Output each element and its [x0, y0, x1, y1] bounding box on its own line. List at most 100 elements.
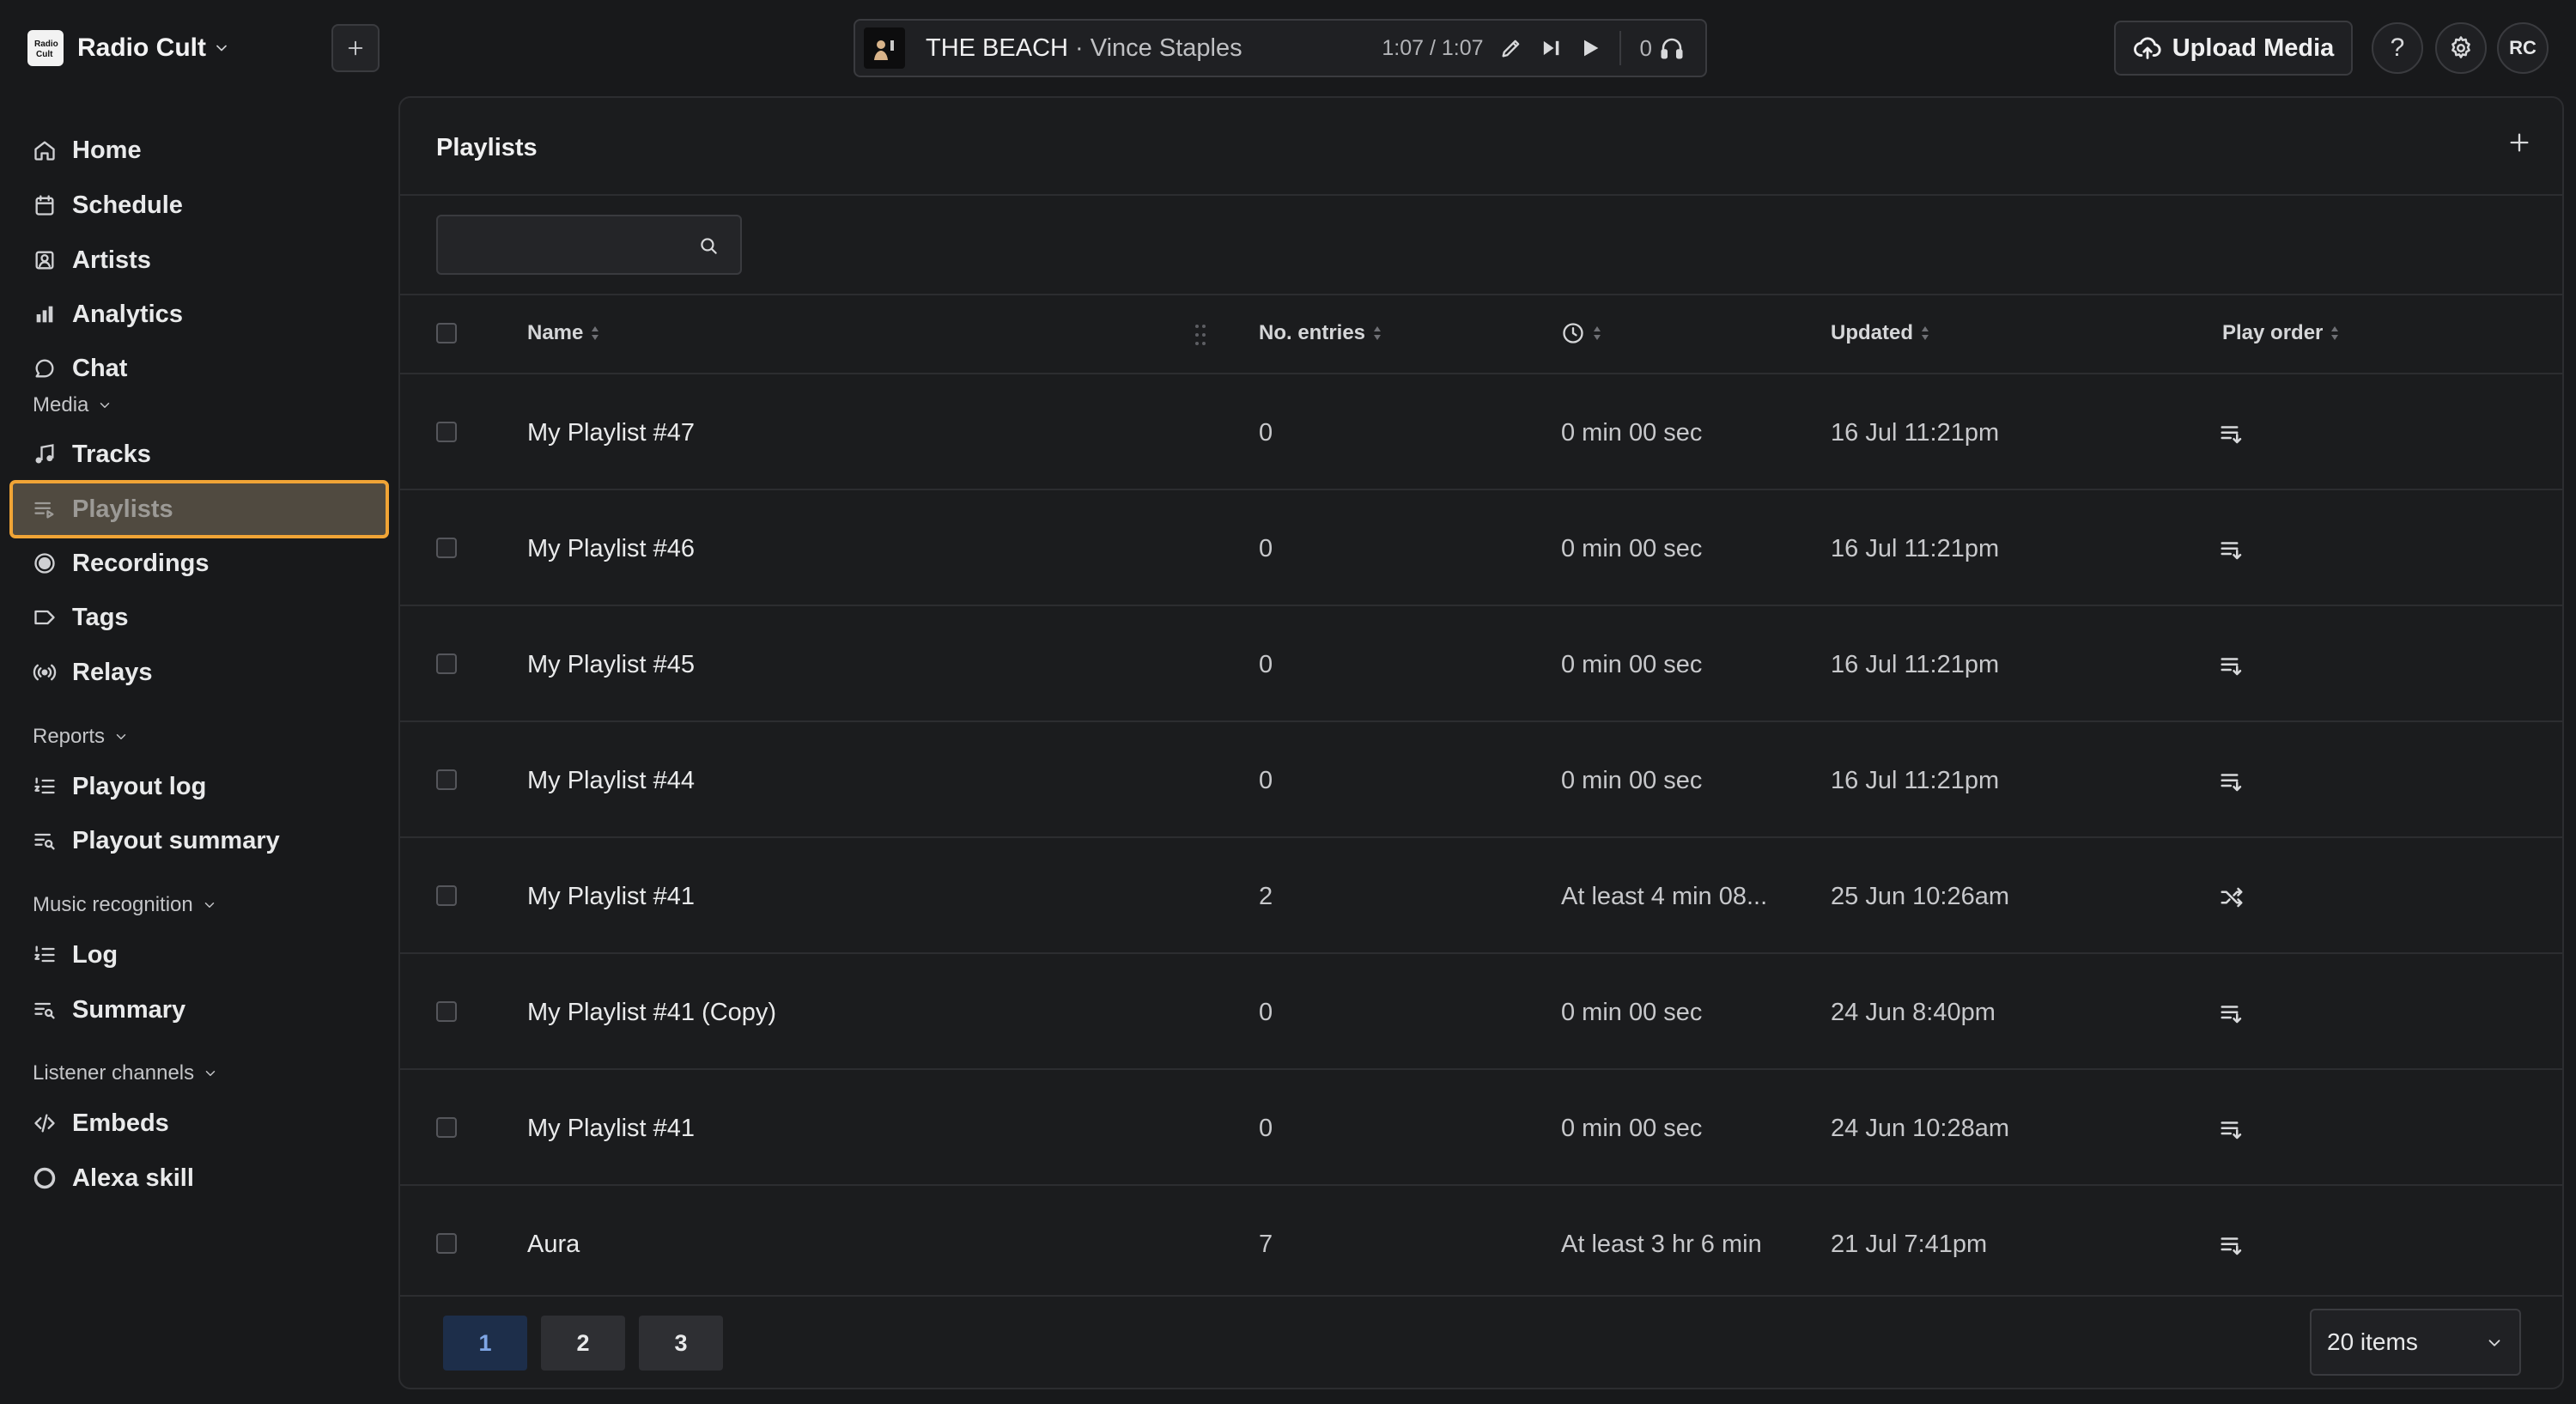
sidebar-item-summary[interactable]: Summary: [12, 983, 386, 1036]
sidebar-item-chat[interactable]: Chat: [12, 342, 386, 395]
sidebar-item-label: Home: [72, 136, 142, 164]
play-order-button[interactable]: [2219, 1232, 2245, 1258]
table-row[interactable]: My Playlist #41 0 0 min 00 sec 24 Jun 10:28…: [400, 1070, 2562, 1186]
now-playing-bar[interactable]: THE BEACH · Vince Staples 1:07 / 1:07 0: [854, 19, 1707, 77]
column-header-updated[interactable]: Updated: [1831, 321, 1932, 345]
search-input[interactable]: [438, 216, 687, 273]
sidebar-item-embeds[interactable]: Embeds: [12, 1097, 386, 1150]
broadcast-icon: [33, 664, 57, 681]
table-row[interactable]: My Playlist #41 2 At least 4 min 08... 25 J…: [400, 838, 2562, 954]
sidebar-item-schedule[interactable]: Schedule: [12, 179, 386, 232]
playlist-name[interactable]: My Playlist #46: [527, 535, 695, 563]
listener-count: 0: [1639, 34, 1652, 61]
sidebar-item-analytics[interactable]: Analytics: [12, 288, 386, 341]
sidebar-item-home[interactable]: Home: [12, 124, 386, 177]
play-order-button[interactable]: [2219, 769, 2245, 794]
playlists-panel: Playlists Name No. entries Updated Play …: [398, 96, 2564, 1389]
play-order-button[interactable]: [2219, 537, 2245, 562]
items-per-page-select[interactable]: 20 items: [2310, 1309, 2521, 1376]
column-label: No. entries: [1259, 321, 1366, 344]
sidebar-item-label: Playlists: [72, 495, 173, 523]
help-button[interactable]: ?: [2372, 22, 2423, 74]
sidebar-item-log[interactable]: Log: [12, 928, 386, 982]
playlist-name[interactable]: My Playlist #41: [527, 883, 695, 911]
section-toggle-listener-channels[interactable]: Listener channels: [33, 1061, 218, 1085]
table-row[interactable]: My Playlist #47 0 0 min 00 sec 16 Jul 11:21…: [400, 374, 2562, 490]
column-header-duration[interactable]: [1561, 321, 1604, 345]
play-order-button[interactable]: [2219, 884, 2245, 910]
table-row[interactable]: Aura 7 At least 3 hr 6 min 21 Jul 7:41pm: [400, 1186, 2562, 1302]
skip-next-button[interactable]: [1539, 36, 1563, 60]
sequential-order-icon: [2221, 426, 2242, 444]
page-button-2[interactable]: 2: [541, 1316, 625, 1371]
section-toggle-music-recognition[interactable]: Music recognition: [33, 893, 217, 917]
search-icon[interactable]: [697, 234, 720, 257]
sidebar-item-recordings[interactable]: Recordings: [12, 537, 386, 590]
select-all-checkbox[interactable]: [436, 323, 457, 343]
table-row[interactable]: My Playlist #46 0 0 min 00 sec 16 Jul 11:21…: [400, 490, 2562, 606]
home-icon: [34, 141, 55, 161]
upload-media-button[interactable]: Upload Media: [2114, 21, 2353, 76]
row-checkbox[interactable]: [436, 769, 457, 790]
playlist-name[interactable]: My Playlist #41 (Copy): [527, 999, 776, 1027]
station-switcher[interactable]: Radio Cult Radio Cult: [27, 27, 230, 69]
playlist-name[interactable]: My Playlist #41: [527, 1115, 695, 1143]
row-checkbox[interactable]: [436, 1233, 457, 1254]
playlist-name[interactable]: Aura: [527, 1231, 580, 1259]
sidebar-item-alexa-skill[interactable]: Alexa skill: [12, 1152, 386, 1205]
edit-track-button[interactable]: [1499, 36, 1523, 60]
column-label: Updated: [1831, 321, 1913, 344]
table-row[interactable]: My Playlist #45 0 0 min 00 sec 16 Jul 11:21…: [400, 606, 2562, 722]
sort-icon: [2331, 326, 2339, 340]
playlist-duration: 0 min 00 sec: [1561, 651, 1703, 678]
section-label: Listener channels: [33, 1061, 195, 1085]
sidebar-item-label: Chat: [72, 354, 128, 382]
playlist-name[interactable]: My Playlist #45: [527, 651, 695, 679]
play-order-button[interactable]: [2219, 653, 2245, 678]
sidebar-item-playlists[interactable]: Playlists: [9, 480, 389, 538]
sidebar-item-artists[interactable]: Artists: [12, 234, 386, 287]
play-button[interactable]: [1578, 36, 1602, 60]
row-checkbox[interactable]: [436, 1001, 457, 1022]
row-checkbox[interactable]: [436, 538, 457, 558]
column-header-name[interactable]: Name: [527, 321, 602, 345]
page-button-1[interactable]: 1: [443, 1316, 527, 1371]
sidebar-item-tags[interactable]: Tags: [12, 591, 386, 644]
page-button-3[interactable]: 3: [639, 1316, 723, 1371]
sidebar-item-playout-log[interactable]: Playout log: [12, 760, 386, 813]
column-header-play-order[interactable]: Play order: [2222, 321, 2342, 345]
play-order-button[interactable]: [2219, 421, 2245, 447]
table-row[interactable]: My Playlist #44 0 0 min 00 sec 16 Jul 11:21…: [400, 722, 2562, 838]
play-order-button[interactable]: [2219, 1116, 2245, 1142]
sequential-order-icon: [2221, 1121, 2242, 1140]
sequential-order-icon: [2221, 658, 2242, 676]
table-row[interactable]: My Playlist #41 (Copy) 0 0 min 00 sec 24 Ju…: [400, 954, 2562, 1070]
play-order-button[interactable]: [2219, 1000, 2245, 1026]
user-avatar[interactable]: RC: [2497, 22, 2549, 74]
sidebar-item-relays[interactable]: Relays: [12, 646, 386, 699]
row-checkbox[interactable]: [436, 885, 457, 906]
chevron-down-icon: [205, 1071, 216, 1076]
section-toggle-media[interactable]: Media: [33, 393, 112, 417]
sidebar-item-label: Playout summary: [72, 826, 280, 854]
playlist-duration: 0 min 00 sec: [1561, 535, 1703, 562]
bar-chart-icon: [36, 306, 53, 323]
section-toggle-reports[interactable]: Reports: [33, 725, 129, 749]
settings-button[interactable]: [2435, 22, 2487, 74]
sidebar-item-tracks[interactable]: Tracks: [12, 428, 386, 481]
record-icon: [34, 553, 55, 574]
sidebar-item-playout-summary[interactable]: Playout summary: [12, 814, 386, 867]
column-header-entries[interactable]: No. entries: [1259, 321, 1384, 345]
player-divider: [1619, 31, 1621, 65]
row-checkbox[interactable]: [436, 422, 457, 442]
new-item-button[interactable]: [331, 24, 380, 72]
row-checkbox[interactable]: [436, 653, 457, 674]
playlist-name[interactable]: My Playlist #44: [527, 767, 695, 795]
playlist-name[interactable]: My Playlist #47: [527, 419, 695, 447]
column-resize-handle[interactable]: [1190, 321, 1211, 349]
search-field[interactable]: [436, 215, 742, 275]
chevron-down-icon: [216, 45, 227, 52]
entry-count: 0: [1259, 999, 1273, 1026]
create-playlist-button[interactable]: [2507, 131, 2531, 155]
row-checkbox[interactable]: [436, 1117, 457, 1138]
